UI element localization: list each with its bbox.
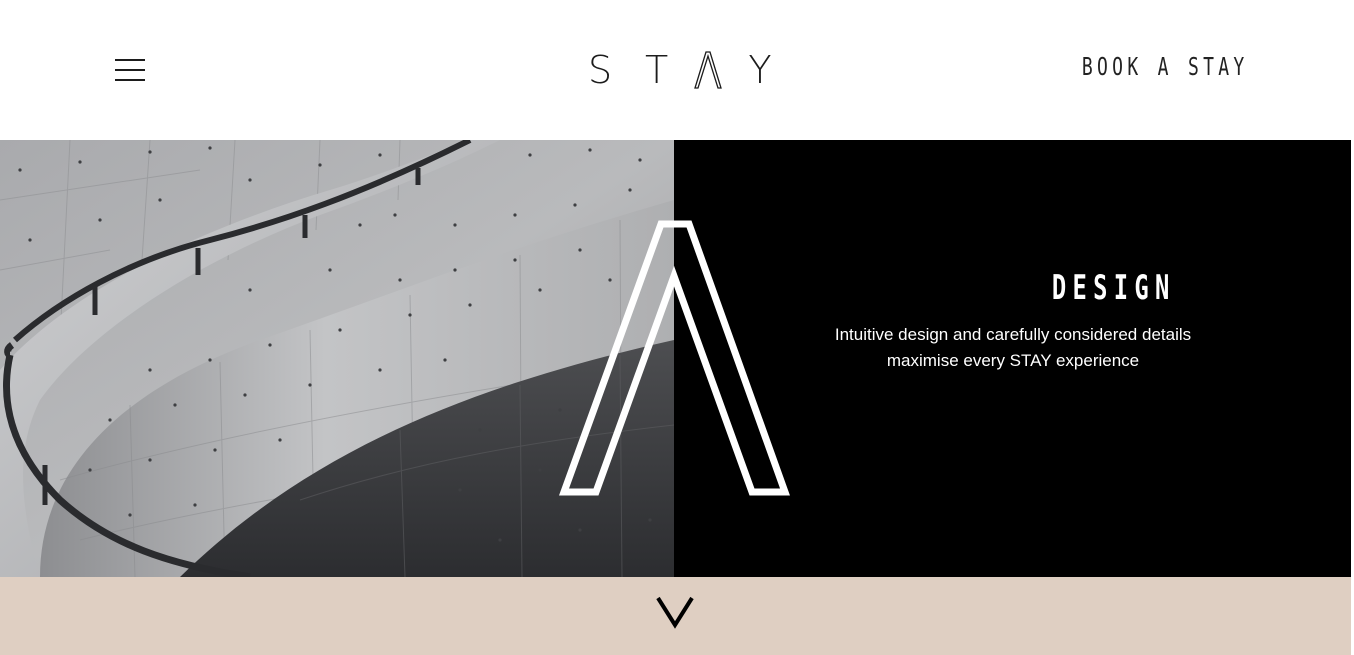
hamburger-menu-icon[interactable] <box>112 56 148 84</box>
logo-letter-t: T <box>645 48 669 92</box>
logo-letter-a-icon <box>694 51 723 89</box>
site-header: S T Y BOOK A STAY <box>0 0 1351 140</box>
menu-bar <box>115 59 145 61</box>
hero-image <box>0 140 674 577</box>
logo-letter-s: S <box>587 48 613 92</box>
menu-bar <box>115 79 145 81</box>
design-description: Intuitive design and carefully considere… <box>834 325 1192 370</box>
menu-bar <box>115 69 145 71</box>
stay-logo[interactable]: S T Y <box>580 50 780 90</box>
staircase-photo <box>0 140 674 577</box>
chevron-down-icon[interactable] <box>654 594 696 630</box>
design-heading: DESIGN <box>1051 268 1176 308</box>
page: S T Y BOOK A STAY DESIGN Intuitive desig… <box>0 0 1354 655</box>
book-a-stay-link[interactable]: BOOK A STAY <box>1082 52 1249 81</box>
logo-letter-y: Y <box>748 48 772 92</box>
